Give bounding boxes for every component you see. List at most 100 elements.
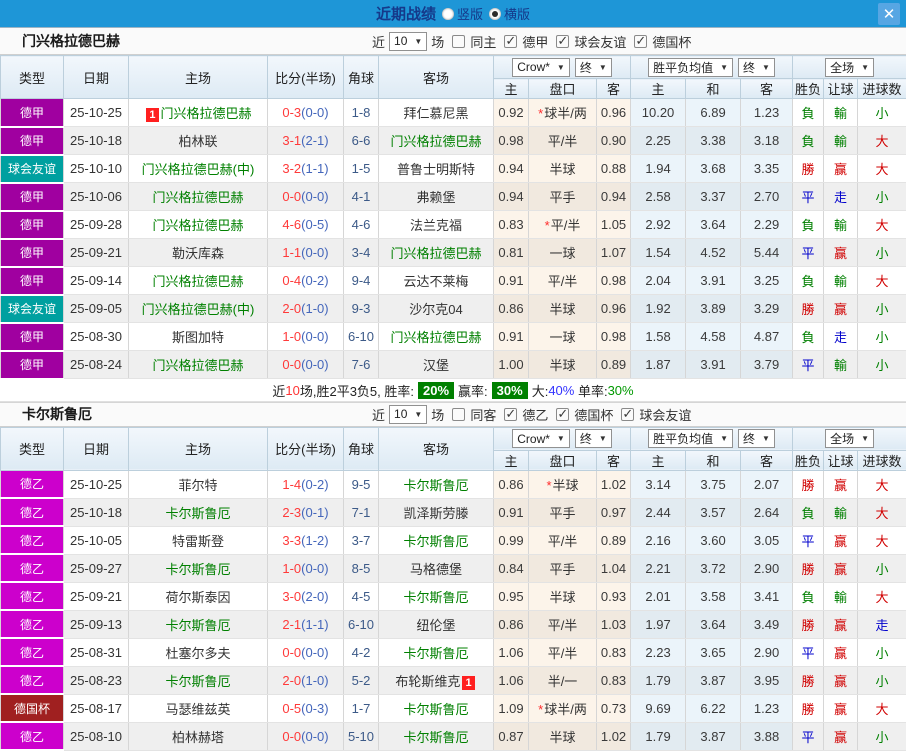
result-flag: 平: [793, 526, 824, 554]
radio-horizontal-icon[interactable]: [489, 8, 501, 20]
result-flag: 負: [793, 323, 824, 351]
layout-option-horizontal[interactable]: 横版: [489, 4, 530, 23]
fulltime-group-header: 全场▼: [793, 427, 906, 450]
away-team-name: 凯泽斯劳滕: [403, 506, 468, 521]
halftime-score: (0-0): [301, 561, 328, 576]
home-team-name: 门兴格拉德巴赫: [161, 106, 252, 121]
home-team-cell: 柏林联: [129, 127, 268, 155]
away-team-name: 普鲁士明斯特: [397, 162, 475, 177]
close-icon[interactable]: ✕: [878, 3, 900, 25]
corner-count: 3-7: [344, 526, 379, 554]
match-count-select[interactable]: 10▼: [389, 405, 427, 424]
handicap-result-flag: 赢: [824, 694, 858, 722]
fulltime-select[interactable]: 全场▼: [825, 58, 874, 77]
league2-checkbox[interactable]: [556, 408, 569, 421]
sub-avg-away: 客: [741, 450, 793, 470]
score-cell: 3-2(1-1): [268, 155, 344, 183]
avg-select[interactable]: 胜平负均值▼: [648, 58, 733, 77]
corner-count: 6-10: [344, 610, 379, 638]
fulltime-score: 0-0: [282, 189, 301, 204]
fulltime-score: 2-0: [282, 301, 301, 316]
home-team-cell: 斯图加特: [129, 323, 268, 351]
same-away-checkbox[interactable]: [452, 408, 465, 421]
away-odds: 0.89: [597, 351, 631, 379]
avg-home: 2.25: [631, 127, 686, 155]
avg-home: 2.44: [631, 498, 686, 526]
chevron-down-icon: ▼: [861, 63, 869, 72]
league-tag: 德乙: [1, 526, 64, 554]
league3-checkbox[interactable]: [634, 35, 647, 48]
avg-away: 2.70: [741, 183, 793, 211]
goals-flag: 小: [858, 295, 906, 323]
avg-home: 1.92: [631, 295, 686, 323]
match-count-select[interactable]: 10▼: [389, 32, 427, 51]
handicap-text: 半球: [549, 730, 575, 745]
avg-away: 2.29: [741, 211, 793, 239]
asterisk-marker: *: [538, 106, 543, 121]
radio-vertical-icon[interactable]: [442, 8, 454, 20]
avg-home: 1.79: [631, 722, 686, 750]
chevron-down-icon: ▼: [762, 434, 770, 443]
away-odds: 0.97: [597, 498, 631, 526]
league2-checkbox[interactable]: [556, 35, 569, 48]
col-home: 主场: [129, 56, 268, 99]
handicap-cell: 平手: [529, 498, 597, 526]
away-team-cell: 凯泽斯劳滕: [379, 498, 494, 526]
goals-flag: 大: [858, 155, 906, 183]
sub-home-odds: 主: [494, 450, 529, 470]
away-odds: 0.94: [597, 183, 631, 211]
league1-checkbox[interactable]: [504, 408, 517, 421]
away-odds: 0.73: [597, 694, 631, 722]
final-odds-select[interactable]: 终▼: [575, 429, 612, 448]
away-team-name: 卡尔斯鲁厄: [403, 702, 468, 717]
corner-count: 9-3: [344, 295, 379, 323]
home-team-name: 杜塞尔多夫: [165, 646, 230, 661]
league3-checkbox[interactable]: [621, 408, 634, 421]
final-avg-select[interactable]: 终▼: [738, 429, 775, 448]
home-odds: 1.06: [494, 666, 529, 694]
match-date: 25-09-27: [64, 554, 129, 582]
avg-home: 1.94: [631, 155, 686, 183]
league-tag: 德乙: [1, 610, 64, 638]
avg-draw: 3.87: [686, 666, 741, 694]
avg-draw: 6.22: [686, 694, 741, 722]
col-away: 客场: [379, 427, 494, 470]
summary-part: 场,胜2平3负5, 胜率:: [300, 381, 414, 400]
result-flag: 負: [793, 99, 824, 127]
handicap-result-flag: 赢: [824, 722, 858, 750]
bookmaker-select[interactable]: Crow*▼: [512, 58, 570, 77]
layout-option-vertical[interactable]: 竖版: [442, 4, 483, 23]
dialog-title: 近期战绩: [376, 3, 436, 24]
score-cell: 0-0(0-0): [268, 351, 344, 379]
home-team-name: 特雷斯登: [172, 534, 224, 549]
summary-part: 大:: [532, 381, 549, 400]
match-row: 德乙 25-08-31 杜塞尔多夫 0-0(0-0) 4-2 卡尔斯鲁厄 1.0…: [1, 638, 906, 666]
goals-flag: 小: [858, 554, 906, 582]
home-team-cell: 卡尔斯鲁厄: [129, 666, 268, 694]
goals-flag: 小: [858, 99, 906, 127]
fulltime-select[interactable]: 全场▼: [825, 429, 874, 448]
home-team-name: 卡尔斯鲁厄: [165, 618, 230, 633]
corner-count: 5-10: [344, 722, 379, 750]
col-corner: 角球: [344, 56, 379, 99]
halftime-score: (1-0): [301, 301, 328, 316]
fulltime-group-header: 全场▼: [793, 56, 906, 79]
handicap-cell: 平/半: [529, 267, 597, 295]
final-avg-select[interactable]: 终▼: [738, 58, 775, 77]
away-team-name: 拜仁慕尼黑: [403, 106, 468, 121]
away-odds: 0.96: [597, 295, 631, 323]
avg-select[interactable]: 胜平负均值▼: [648, 429, 733, 448]
match-row: 德乙 25-10-05 特雷斯登 3-3(1-2) 3-7 卡尔斯鲁厄 0.99…: [1, 526, 906, 554]
same-home-checkbox[interactable]: [452, 35, 465, 48]
league1-checkbox[interactable]: [504, 35, 517, 48]
score-cell: 0-0(0-0): [268, 722, 344, 750]
away-team-name: 纽伦堡: [416, 618, 455, 633]
result-flag: 負: [793, 127, 824, 155]
odds-group-header: Crow*▼ 终▼: [494, 56, 631, 79]
bookmaker-select[interactable]: Crow*▼: [512, 429, 570, 448]
col-date: 日期: [64, 427, 129, 470]
avg-away: 4.87: [741, 323, 793, 351]
goals-flag: 大: [858, 526, 906, 554]
final-odds-select[interactable]: 终▼: [575, 58, 612, 77]
handicap-text: 平/半: [548, 618, 578, 633]
